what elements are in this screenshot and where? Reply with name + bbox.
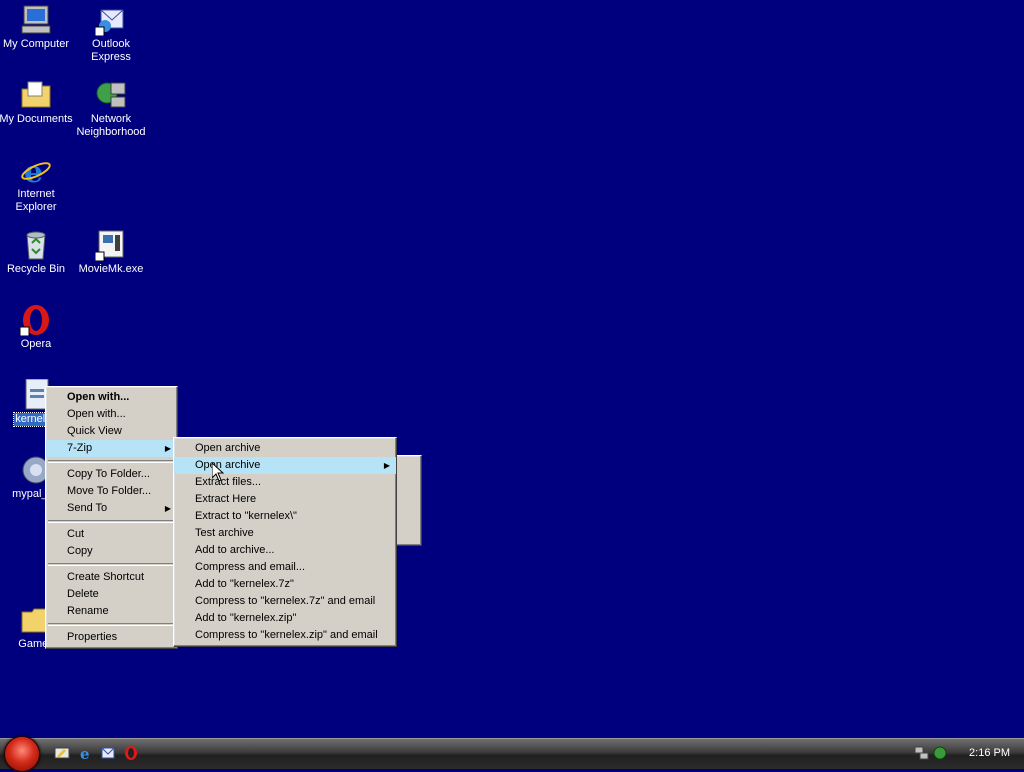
zip-item-extract-here[interactable]: Extract Here [174, 491, 396, 508]
movie-maker-icon [94, 229, 127, 262]
menu-item-quick-view[interactable]: Quick View [46, 423, 177, 440]
menu-item-label: Quick View [67, 425, 122, 437]
menu-item-cut[interactable]: Cut [46, 526, 177, 543]
volume-icon[interactable] [932, 745, 948, 761]
7zip-submenu: Open archive Open archive ▶ Extract files… [173, 437, 397, 647]
mouse-cursor-icon [211, 461, 225, 485]
menu-item-delete[interactable]: Delete [46, 586, 177, 603]
menu-item-label: Create Shortcut [67, 571, 145, 583]
recycle-bin-icon [20, 229, 52, 261]
submenu-arrow-icon: ▶ [164, 444, 171, 453]
menu-item-label: Rename [67, 605, 109, 617]
menu-item-send-to[interactable]: Send To ▶ [46, 500, 177, 517]
zip-item-compress-7z-email[interactable]: Compress to "kernelex.7z" and email [174, 593, 396, 610]
menu-item-7zip[interactable]: 7-Zip ▶ [46, 440, 177, 457]
zip-item-extract-to[interactable]: Extract to "kernelex\" [174, 508, 396, 525]
menu-item-move-to-folder[interactable]: Move To Folder... [46, 483, 177, 500]
zip-item-open-archive-submenu[interactable]: Open archive ▶ [174, 457, 396, 474]
desktop-icon-label: Outlook Express [91, 38, 131, 63]
menu-item-copy[interactable]: Copy [46, 543, 177, 560]
start-button[interactable] [4, 736, 44, 772]
menu-item-label: Test archive [195, 527, 254, 539]
zip-item-test-archive[interactable]: Test archive [174, 525, 396, 542]
menu-separator [48, 460, 175, 463]
desktop-icon-internet-explorer[interactable]: e Internet Explorer [0, 154, 74, 214]
desktop-icon-opera[interactable]: Opera [0, 304, 74, 351]
taskbar: e 2:16 PM [0, 736, 1024, 772]
computer-icon [20, 4, 52, 36]
start-orb-icon [4, 736, 40, 772]
desktop-icon-recycle-bin[interactable]: Recycle Bin [0, 229, 74, 276]
desktop-icon-label: MovieMk.exe [78, 263, 144, 275]
menu-item-label: Add to archive... [195, 544, 275, 556]
menu-item-label: Open with... [67, 391, 130, 403]
menu-item-open-with[interactable]: Open with... [46, 406, 177, 423]
menu-item-label: Copy [67, 545, 93, 557]
context-menu: Open with... Open with... Quick View 7-Z… [45, 386, 178, 649]
internet-explorer-icon: e [20, 154, 52, 190]
submenu-arrow-icon: ▶ [164, 504, 171, 513]
zip-item-add-to-archive[interactable]: Add to archive... [174, 542, 396, 559]
submenu-arrow-icon: ▶ [383, 461, 390, 470]
menu-item-label: Open with... [67, 408, 126, 420]
desktop-icon-label: Network Neighborhood [76, 113, 146, 138]
desktop-icon-label: Internet Explorer [15, 188, 57, 213]
menu-item-label: Send To [67, 502, 108, 514]
opera-icon [19, 304, 52, 337]
menu-item-rename[interactable]: Rename [46, 603, 177, 620]
folder-documents-icon [20, 79, 52, 111]
menu-item-label: Properties [67, 631, 118, 643]
desktop-icon-my-documents[interactable]: My Documents [0, 79, 74, 126]
menu-item-label: Compress and email... [195, 561, 306, 573]
zip-item-add-to-7z[interactable]: Add to "kernelex.7z" [174, 576, 396, 593]
menu-item-label: Extract files... [195, 476, 262, 488]
menu-item-label: 7-Zip [67, 442, 93, 454]
menu-item-create-shortcut[interactable]: Create Shortcut [46, 569, 177, 586]
svg-text:e: e [80, 745, 90, 761]
desktop-icon-label: Recycle Bin [6, 263, 66, 275]
menu-separator [48, 623, 175, 626]
menu-item-label: Copy To Folder... [67, 468, 150, 480]
menu-item-label: Add to "kernelex.7z" [195, 578, 294, 590]
menu-item-open-with-default[interactable]: Open with... [46, 389, 177, 406]
zip-item-compress-zip-email[interactable]: Compress to "kernelex.zip" and email [174, 627, 396, 644]
network-icon[interactable] [914, 745, 930, 761]
menu-item-properties[interactable]: Properties [46, 629, 177, 646]
opera-icon[interactable] [123, 745, 139, 761]
menu-item-label: Compress to "kernelex.7z" and email [195, 595, 376, 607]
desktop-icon-network-neighborhood[interactable]: Network Neighborhood [73, 79, 149, 139]
menu-item-label: Move To Folder... [67, 485, 152, 497]
menu-item-label: Compress to "kernelex.zip" and email [195, 629, 378, 641]
menu-separator [48, 563, 175, 566]
menu-item-label: Extract Here [195, 493, 257, 505]
desktop-icon-label: My Computer [2, 38, 70, 50]
outlook-express-icon [94, 4, 127, 37]
ie-icon[interactable]: e [78, 745, 94, 761]
menu-item-label: Open archive [195, 442, 261, 454]
desktop-icon-outlook-express[interactable]: Outlook Express [73, 4, 149, 64]
desktop-icon-label: My Documents [0, 113, 73, 125]
desktop-icon-label: Opera [20, 338, 52, 350]
clock[interactable]: 2:16 PM [969, 747, 1010, 759]
zip-item-open-archive[interactable]: Open archive [174, 440, 396, 457]
zip-item-add-to-zip[interactable]: Add to "kernelex.zip" [174, 610, 396, 627]
network-icon [95, 79, 127, 111]
menu-item-label: Delete [67, 588, 99, 600]
outlook-icon[interactable] [100, 745, 116, 761]
zip-item-extract-files[interactable]: Extract files... [174, 474, 396, 491]
menu-item-label: Open archive [195, 459, 261, 471]
menu-item-label: Extract to "kernelex\" [195, 510, 297, 522]
menu-item-copy-to-folder[interactable]: Copy To Folder... [46, 466, 177, 483]
system-tray: 2:16 PM [914, 739, 1024, 769]
show-desktop-icon[interactable] [54, 745, 70, 761]
menu-item-label: Add to "kernelex.zip" [195, 612, 297, 624]
desktop-icon-moviemk[interactable]: MovieMk.exe [73, 229, 149, 276]
zip-item-compress-and-email[interactable]: Compress and email... [174, 559, 396, 576]
menu-separator [48, 520, 175, 523]
menu-item-label: Cut [67, 528, 85, 540]
desktop-icon-my-computer[interactable]: My Computer [0, 4, 74, 51]
